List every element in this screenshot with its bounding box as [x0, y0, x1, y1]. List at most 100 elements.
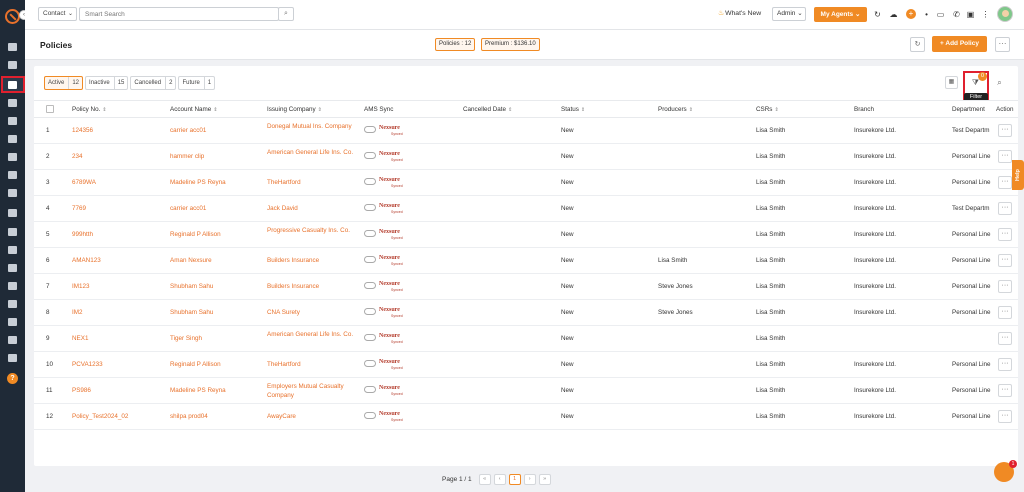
tab-active[interactable]: Active 12 — [44, 76, 84, 90]
mail-icon[interactable] — [8, 300, 17, 308]
issuing-company-link[interactable]: Builders Insurance — [267, 256, 319, 265]
account-name-link[interactable]: hammer clip — [170, 152, 204, 161]
calendar-icon[interactable] — [8, 264, 17, 272]
tab-future[interactable]: Future 1 — [178, 76, 216, 90]
refresh-icon[interactable]: ↻ — [873, 10, 882, 19]
row-action-button[interactable]: ··· — [998, 176, 1012, 189]
account-name-link[interactable]: Shubham Sahu — [170, 282, 213, 291]
table-row[interactable]: 2 234 hammer clip American General Life Ins… — [34, 144, 1018, 170]
prev-page-button[interactable]: ‹ — [493, 473, 506, 485]
account-name-link[interactable]: Tiger Singh — [170, 334, 202, 343]
col-account-name[interactable]: Account Name ⇕ — [170, 106, 218, 113]
column-settings-button[interactable]: ▦ — [945, 76, 958, 89]
table-row[interactable]: 7 IM123 Shubham Sahu Builders Insurance Nexs… — [34, 274, 1018, 300]
add-policy-button[interactable]: + Add Policy — [932, 36, 987, 52]
col-issuing-company[interactable]: Issuing Company ⇕ — [267, 106, 322, 113]
whats-new-link[interactable]: ♨What's New — [718, 9, 761, 17]
tasks-icon[interactable] — [8, 117, 17, 125]
tab-cancelled[interactable]: Cancelled 2 — [130, 76, 177, 90]
col-policy-no[interactable]: Policy No. ⇕ — [72, 106, 107, 113]
chip-icon[interactable]: ▣ — [966, 10, 975, 19]
list-icon[interactable] — [8, 189, 17, 197]
google-icon[interactable] — [8, 246, 17, 254]
issuing-company-link[interactable]: TheHartford — [267, 360, 301, 369]
search-button[interactable]: ⌕ — [278, 7, 294, 21]
smart-search-input[interactable] — [79, 7, 279, 21]
table-row[interactable]: 1 124356 carrier acc01 Donegal Mutual Ins. … — [34, 118, 1018, 144]
col-csrs[interactable]: CSRs ⇕ — [756, 106, 779, 113]
contact-type-select[interactable]: Contact ⌄ — [38, 7, 77, 21]
dashboard-icon[interactable] — [8, 43, 17, 51]
table-row[interactable]: 3 6789WA Madeline PS Reyna TheHartford Nexsu… — [34, 170, 1018, 196]
issuing-company-link[interactable]: Donegal Mutual Ins. Company — [267, 122, 357, 131]
sync-icon[interactable] — [8, 228, 17, 236]
issuing-company-link[interactable]: Progressive Casualty Ins. Co. — [267, 226, 357, 235]
policy-number-link[interactable]: NEX1 — [72, 334, 88, 343]
issuing-company-link[interactable]: American General Life Ins. Co. — [267, 148, 357, 157]
row-action-button[interactable]: ··· — [998, 358, 1012, 371]
app-logo[interactable] — [5, 9, 20, 24]
header-more-button[interactable]: ··· — [995, 37, 1010, 52]
table-search-icon[interactable]: ⌕ — [993, 76, 1006, 89]
col-producers[interactable]: Producers ⇕ — [658, 106, 693, 113]
issuing-company-link[interactable]: Jack David — [267, 204, 298, 213]
policy-number-link[interactable]: IM2 — [72, 308, 83, 317]
account-name-link[interactable]: Aman Nexsure — [170, 256, 212, 265]
policy-number-link[interactable]: 999htth — [72, 230, 93, 239]
policy-number-link[interactable]: IM123 — [72, 282, 90, 291]
issuing-company-link[interactable]: Builders Insurance — [267, 282, 319, 291]
account-name-link[interactable]: carrier acc01 — [170, 204, 206, 213]
help-tab[interactable]: Help — [1012, 160, 1024, 190]
row-action-button[interactable]: ··· — [998, 306, 1012, 319]
account-name-link[interactable]: Reginald P Allison — [170, 360, 221, 369]
table-row[interactable]: 12 Policy_Test2024_02 shilpa prod04 AwayCar… — [34, 404, 1018, 430]
policy-number-link[interactable]: Policy_Test2024_02 — [72, 412, 128, 421]
account-name-link[interactable]: Shubham Sahu — [170, 308, 213, 317]
issuing-company-link[interactable]: Employers Mutual Casualty Company — [267, 382, 357, 400]
account-name-link[interactable]: shilpa prod04 — [170, 412, 208, 421]
issuing-company-link[interactable]: CNA Surety — [267, 308, 300, 317]
policy-number-link[interactable]: 234 — [72, 152, 83, 161]
row-action-button[interactable]: ··· — [998, 202, 1012, 215]
megaphone-icon[interactable] — [8, 171, 17, 179]
role-select[interactable]: Admin ⌄ — [772, 7, 806, 21]
carriers-icon[interactable] — [8, 99, 17, 107]
row-action-button[interactable]: ··· — [998, 384, 1012, 397]
table-row[interactable]: 9 NEX1 Tiger Singh American General Life In… — [34, 326, 1018, 352]
policy-number-link[interactable]: PS986 — [72, 386, 91, 395]
refresh-button[interactable]: ↻ — [910, 37, 925, 52]
row-action-button[interactable]: ··· — [998, 228, 1012, 241]
chart-icon[interactable] — [8, 336, 17, 344]
row-action-button[interactable]: ··· — [998, 332, 1012, 345]
table-row[interactable]: 8 IM2 Shubham Sahu CNA Surety Nexsure Synced N… — [34, 300, 1018, 326]
page-1-button[interactable]: 1 — [508, 473, 521, 485]
help-circle-icon[interactable]: ? — [7, 373, 18, 384]
account-name-link[interactable]: Reginald P Allison — [170, 230, 221, 239]
last-page-button[interactable]: » — [538, 473, 551, 485]
table-row[interactable]: 10 PCVA1233 Reginald P Allison TheHartford N… — [34, 352, 1018, 378]
more-vertical-icon[interactable]: ⋮ — [981, 10, 990, 19]
account-name-link[interactable]: carrier acc01 — [170, 126, 206, 135]
policies-icon[interactable] — [8, 81, 17, 89]
first-page-button[interactable]: « — [478, 473, 491, 485]
bell-icon[interactable]: • — [922, 10, 931, 19]
clipboard-icon[interactable] — [8, 282, 17, 290]
table-row[interactable]: 4 7769 carrier acc01 Jack David Nexsure Synce… — [34, 196, 1018, 222]
row-action-button[interactable]: ··· — [998, 150, 1012, 163]
policy-number-link[interactable]: 6789WA — [72, 178, 96, 187]
policy-number-link[interactable]: 124356 — [72, 126, 93, 135]
avatar[interactable] — [997, 6, 1013, 22]
phone-icon[interactable]: ✆ — [952, 10, 961, 19]
tab-inactive[interactable]: Inactive 15 — [85, 76, 129, 90]
policy-number-link[interactable]: PCVA1233 — [72, 360, 103, 369]
cloud-sync-icon[interactable]: ☁ — [889, 10, 898, 19]
settings-icon[interactable] — [8, 354, 17, 362]
table-row[interactable]: 11 PS986 Madeline PS Reyna Employers Mutual… — [34, 378, 1018, 404]
col-status[interactable]: Status ⇕ — [561, 106, 585, 113]
issuing-company-link[interactable]: American General Life Ins. Co. — [267, 330, 357, 339]
issuing-company-link[interactable]: AwayCare — [267, 412, 296, 421]
message-icon[interactable]: ▭ — [936, 10, 945, 19]
quick-add-icon[interactable]: + — [906, 9, 916, 19]
table-row[interactable]: 5 999htth Reginald P Allison Progressive Ca… — [34, 222, 1018, 248]
table-row[interactable]: 6 AMAN123 Aman Nexsure Builders Insurance Ne… — [34, 248, 1018, 274]
